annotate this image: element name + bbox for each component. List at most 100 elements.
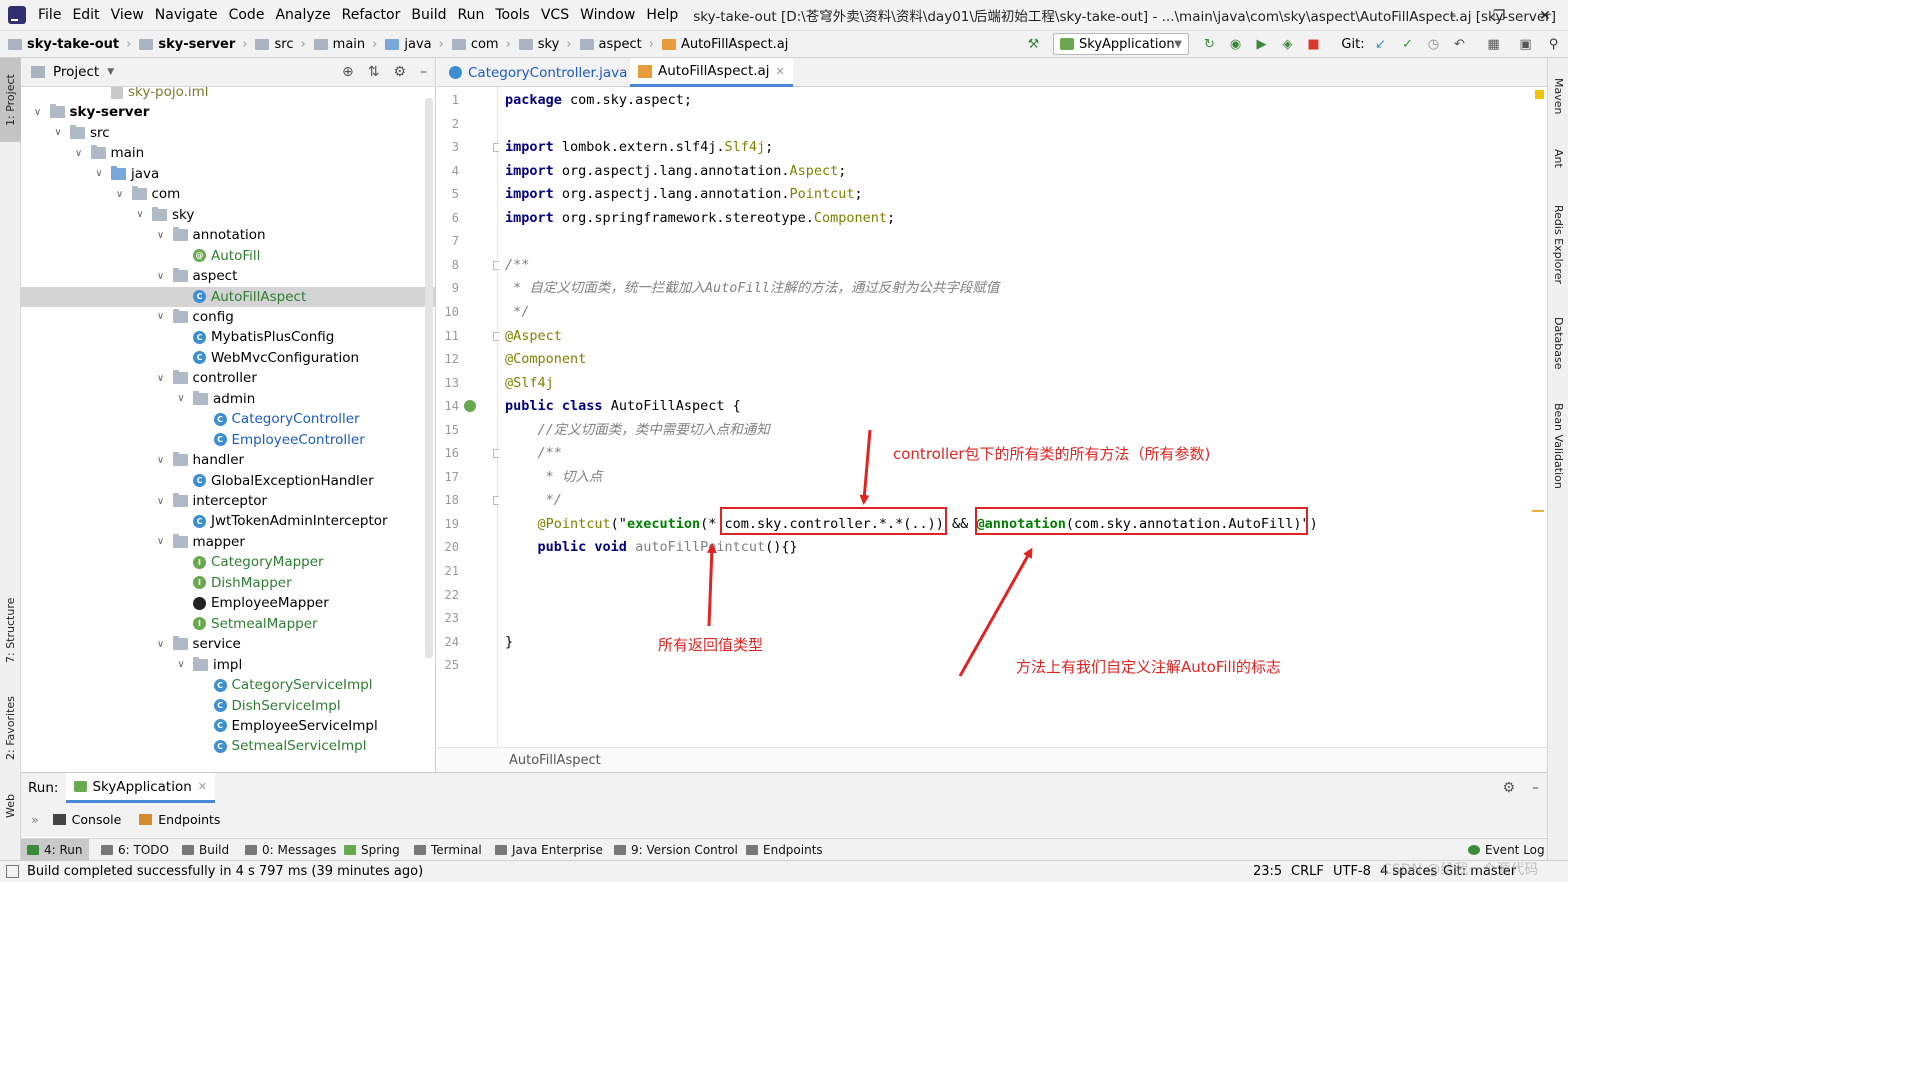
tab-autofill-aspect[interactable]: AutoFillAspect.aj ✕ xyxy=(630,58,793,87)
crumb-src[interactable]: src › xyxy=(255,37,306,52)
menu-file[interactable]: File xyxy=(38,7,61,23)
caret-position[interactable]: 23:5 xyxy=(1253,864,1282,879)
crumb-com[interactable]: com › xyxy=(451,37,511,52)
menu-analyze[interactable]: Analyze xyxy=(275,7,330,23)
code-line[interactable]: @Pointcut("execution(* com.sky.controlle… xyxy=(505,512,1318,536)
project-view-select[interactable]: Project xyxy=(53,64,99,80)
git-update-icon[interactable]: ↙ xyxy=(1373,37,1388,52)
toolwindow-terminal[interactable]: Terminal xyxy=(414,839,482,861)
toolwindow-java-enterprise[interactable]: Java Enterprise xyxy=(495,839,603,861)
tree-item[interactable]: C EmployeeController xyxy=(21,430,435,450)
tree-item[interactable]: ∨ annotation xyxy=(21,225,435,245)
coverage-icon[interactable]: ▶ xyxy=(1254,37,1269,52)
status-toggle-icon[interactable] xyxy=(6,865,19,878)
tree-item[interactable]: I SetmealMapper xyxy=(21,614,435,634)
menu-view[interactable]: View xyxy=(111,7,144,23)
expand-icon[interactable]: » xyxy=(31,812,39,827)
tree-item[interactable]: @ AutoFill xyxy=(21,246,435,266)
toolwindow-event-log[interactable]: Event Log xyxy=(1468,839,1545,861)
close-tab-icon[interactable]: ✕ xyxy=(776,65,785,78)
chevron-down-icon[interactable]: ∨ xyxy=(175,659,187,670)
tree-item[interactable]: ∨ handler xyxy=(21,450,435,470)
code-line[interactable]: /** xyxy=(505,441,562,465)
crumb-java[interactable]: java › xyxy=(385,37,444,52)
debug-bug-icon[interactable]: ◉ xyxy=(1228,37,1243,52)
code-line[interactable]: */ xyxy=(505,488,562,512)
tree-item[interactable]: C CategoryServiceImpl xyxy=(21,675,435,695)
tool-tab-web[interactable]: Web xyxy=(0,780,21,832)
code-line[interactable]: //定义切面类，类中需要切入点和通知 xyxy=(505,418,770,442)
menu-code[interactable]: Code xyxy=(229,7,265,23)
toolwindow-run[interactable]: 4: Run xyxy=(21,839,89,861)
tab-category-controller[interactable]: CategoryController.java ✕ xyxy=(441,58,651,87)
gear-icon[interactable]: ⚙ xyxy=(393,64,406,80)
code-line[interactable]: public void autoFillPointcut(){} xyxy=(505,535,798,559)
minimize-icon[interactable]: – xyxy=(1430,0,1476,31)
chevron-down-icon[interactable]: ∨ xyxy=(155,536,167,547)
tree-item[interactable]: C SetmealServiceImpl xyxy=(21,736,435,756)
tree-item[interactable]: ∨ main xyxy=(21,143,435,163)
endpoints-tab[interactable]: Endpoints xyxy=(139,812,220,827)
search-icon[interactable]: ⚲ xyxy=(1546,37,1561,52)
crumb-aspect[interactable]: aspect › xyxy=(579,37,654,52)
tree-item[interactable]: I CategoryMapper xyxy=(21,552,435,572)
tree-item[interactable]: ∨ config xyxy=(21,307,435,327)
warning-marker[interactable] xyxy=(1532,510,1544,512)
hide-icon[interactable]: – xyxy=(1532,780,1539,796)
toolwindow-build[interactable]: Build xyxy=(182,839,229,861)
chevron-down-icon[interactable]: ▼ xyxy=(107,67,114,77)
tree-item[interactable]: C MybatisPlusConfig xyxy=(21,327,435,347)
file-encoding[interactable]: UTF-8 xyxy=(1333,864,1371,879)
crumb-project[interactable]: sky-take-out › xyxy=(8,37,131,52)
chevron-down-icon[interactable]: ∨ xyxy=(155,311,167,322)
tree-item[interactable]: ∨ impl xyxy=(21,655,435,675)
tree-item[interactable]: C AutoFillAspect xyxy=(21,286,435,307)
chevron-down-icon[interactable]: ∨ xyxy=(155,639,167,650)
code-line[interactable]: */ xyxy=(505,300,529,324)
tree-item[interactable]: ∨ java xyxy=(21,164,435,184)
chevron-down-icon[interactable]: ∨ xyxy=(155,271,167,282)
gear-icon[interactable]: ⚙ xyxy=(1502,780,1515,796)
code-line[interactable]: import org.aspectj.lang.annotation.Point… xyxy=(505,182,863,206)
code-editor[interactable]: package com.sky.aspect; import lombok.ext… xyxy=(499,87,1547,747)
menu-tools[interactable]: Tools xyxy=(495,7,530,23)
tree-item[interactable]: EmployeeMapper xyxy=(21,593,435,613)
menu-navigate[interactable]: Navigate xyxy=(155,7,218,23)
tree-item[interactable]: I DishMapper xyxy=(21,573,435,593)
code-line[interactable]: /** xyxy=(505,253,529,277)
code-line[interactable]: * 自定义切面类，统一拦截加入AutoFill注解的方法，通过反射为公共字段赋值 xyxy=(505,276,999,300)
tool-tab-database[interactable]: Database xyxy=(1548,308,1569,378)
spring-bean-gutter-icon[interactable] xyxy=(464,400,476,413)
menu-edit[interactable]: Edit xyxy=(72,7,99,23)
tool-tab-structure[interactable]: 7: Structure xyxy=(0,588,21,672)
tree-scrollbar[interactable] xyxy=(425,98,433,658)
build-hammer-icon[interactable]: ⚒ xyxy=(1026,37,1041,52)
tool-tab-redis-explorer[interactable]: Redis Explorer xyxy=(1548,196,1569,292)
code-line[interactable]: package com.sky.aspect; xyxy=(505,88,692,112)
git-commit-icon[interactable]: ✓ xyxy=(1400,37,1415,52)
tree-item[interactable]: ∨ controller xyxy=(21,368,435,388)
menu-refactor[interactable]: Refactor xyxy=(342,7,401,23)
project-structure-icon[interactable]: ▦ xyxy=(1486,37,1501,52)
line-separator[interactable]: CRLF xyxy=(1291,864,1324,879)
stop-icon[interactable]: ■ xyxy=(1306,37,1321,52)
tool-tab-project[interactable]: 1: Project xyxy=(0,58,21,142)
tree-item[interactable]: C CategoryController xyxy=(21,409,435,429)
tree-item[interactable]: ∨ sky-server xyxy=(21,102,435,122)
collapse-all-icon[interactable]: ⇅ xyxy=(368,64,380,80)
tree-item[interactable]: ∨ aspect xyxy=(21,266,435,286)
toolwindow-spring[interactable]: Spring xyxy=(344,839,400,861)
status-message[interactable]: Build completed successfully in 4 s 797 … xyxy=(27,864,423,879)
rollback-icon[interactable]: ↶ xyxy=(1452,37,1467,52)
tree-item[interactable]: ∨ src xyxy=(21,123,435,143)
tool-tab-maven[interactable]: Maven xyxy=(1548,66,1569,126)
chevron-down-icon[interactable]: ∨ xyxy=(114,189,126,200)
locate-icon[interactable]: ⊕ xyxy=(342,64,354,80)
code-line[interactable]: @Aspect xyxy=(505,324,562,348)
tree-item[interactable]: sky-pojo.iml xyxy=(21,87,435,102)
toolwindow-messages[interactable]: 0: Messages xyxy=(245,839,336,861)
rerun-icon[interactable]: ↻ xyxy=(1202,37,1217,52)
tree-item[interactable]: ∨ admin xyxy=(21,389,435,409)
chevron-down-icon[interactable]: ∨ xyxy=(52,127,64,138)
menu-build[interactable]: Build xyxy=(411,7,446,23)
